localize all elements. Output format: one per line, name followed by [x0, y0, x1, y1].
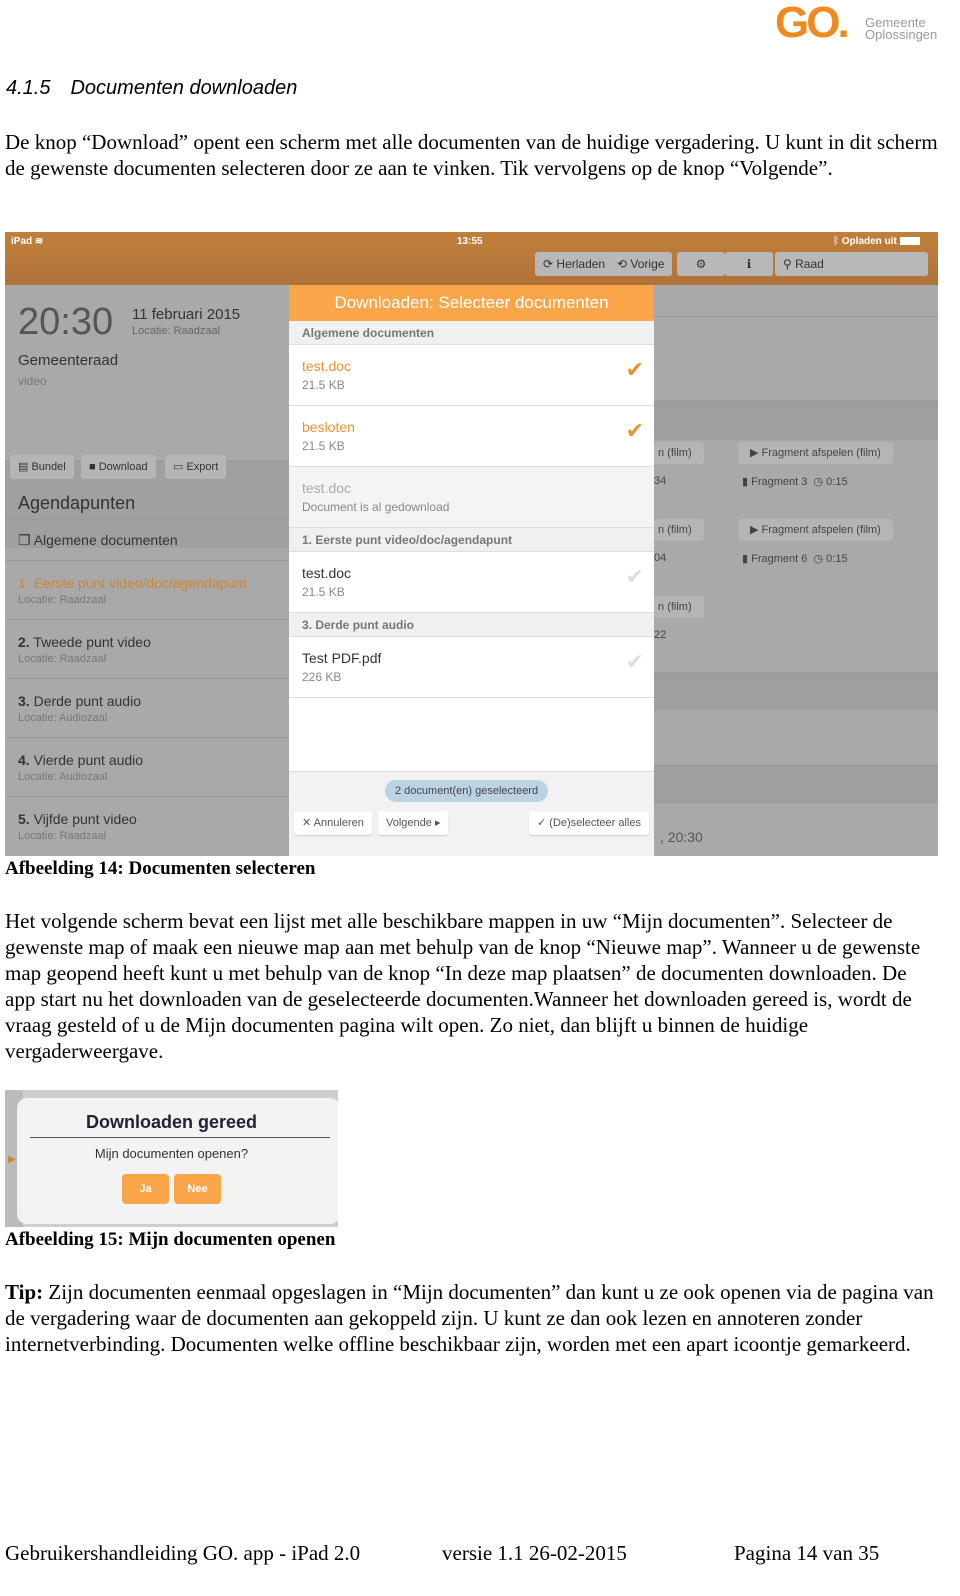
- checkmark-icon: ✔: [625, 418, 644, 443]
- selected-count-badge: 2 document(en) geselecteerd: [385, 780, 549, 802]
- bluetooth-icon: ᛒ: [833, 236, 839, 247]
- document-item-downloaded: test.doc Document is al gedownload: [289, 467, 654, 528]
- bundle-button[interactable]: ▤ Bundel: [10, 455, 74, 479]
- cancel-button[interactable]: ✕ Annuleren: [294, 811, 372, 835]
- logo-mark: GO.: [775, 0, 850, 47]
- status-bar: iPad ≋ 13:55 ᛒ Opladen uit ⟳ Herladen ⟲ …: [5, 232, 938, 285]
- section-header: 3. Derde punt audio: [289, 613, 654, 637]
- figure-caption: Afbeelding 15: Mijn documenten openen: [5, 1229, 336, 1250]
- reload-icon: ⟳: [543, 257, 554, 271]
- section-header: Algemene documenten: [289, 321, 654, 345]
- fragment-meta: ▮ Fragment 6 ◷ 0:15: [742, 553, 848, 565]
- checkmark-icon: ✔: [625, 649, 644, 674]
- bottom-time: , 20:30: [660, 829, 703, 845]
- bookmark-icon: ▮: [742, 553, 749, 565]
- meeting-location: Locatie: Raadzaal: [132, 325, 221, 337]
- play-icon: ▶: [750, 447, 759, 459]
- logo-text: Gemeente Oplossingen: [865, 16, 938, 42]
- section-header: 1. Eerste punt video/doc/agendapunt: [289, 528, 654, 552]
- fragment-meta: 04: [654, 552, 667, 564]
- book-icon: ▤: [18, 461, 29, 473]
- dialog-screenshot: ▶ Downloaden gereed Mijn documenten open…: [5, 1090, 338, 1227]
- document-item[interactable]: besloten 21.5 KB ✔: [289, 406, 654, 467]
- document-item[interactable]: Test PDF.pdf 226 KB ✔: [289, 637, 654, 698]
- next-button[interactable]: Volgende ▸: [378, 811, 449, 835]
- play-fragment-button[interactable]: ▶ Fragment afspelen (film): [738, 519, 893, 541]
- meeting-name: Gemeenteraad: [18, 352, 119, 369]
- agenda-item[interactable]: 4. Vierde punt audio Locatie: Audiozaal: [5, 737, 289, 796]
- battery-icon: [899, 237, 920, 246]
- clock: 13:55: [457, 236, 483, 247]
- meeting-time: 20:30: [18, 301, 114, 343]
- ipad-screenshot-select-documents: iPad ≋ 13:55 ᛒ Opladen uit ⟳ Herladen ⟲ …: [5, 232, 938, 856]
- docs-icon: ❐: [18, 532, 31, 548]
- dialog-message: Mijn documenten openen?: [94, 1146, 249, 1161]
- section-heading: 4.1.5 Documenten downloaden: [6, 77, 297, 100]
- toggle-select-all-button[interactable]: ✓ (De)selecteer alles: [529, 811, 649, 835]
- battery-status: ᛒ Opladen uit: [833, 236, 920, 247]
- agenda-item[interactable]: 5. Vijfde punt video Locatie: Raadzaal: [5, 796, 289, 856]
- agenda-general-docs[interactable]: ❐ Algemene documenten: [5, 519, 289, 559]
- check-icon: ✓: [537, 817, 547, 829]
- search-icon: ⚲: [783, 257, 792, 271]
- gear-icon: ⚙: [695, 257, 707, 271]
- agenda-title: Agendapunten: [18, 493, 136, 513]
- fragment-meta: 22: [654, 629, 667, 641]
- close-icon: ✕: [302, 817, 312, 829]
- agenda-item[interactable]: 1. Eerste punt video/doc/agendapunt Locat…: [5, 560, 289, 619]
- tip-paragraph: Tip: Zijn documenten eenmaal opgeslagen …: [5, 1279, 940, 1357]
- figure-caption: Afbeelding 14: Documenten selecteren: [5, 858, 316, 879]
- download-button[interactable]: ■ Download: [81, 455, 156, 479]
- caret-right-icon: ▸: [434, 817, 441, 829]
- agenda-item[interactable]: 3. Derde punt audio Locatie: Audiozaal: [5, 678, 289, 737]
- save-icon: ■: [89, 461, 96, 473]
- info-icon: ℹ: [746, 257, 752, 271]
- checkmark-icon: ✔: [625, 357, 644, 382]
- tip-text: Zijn documenten eenmaal opgeslagen in “M…: [5, 1280, 934, 1356]
- reload-button[interactable]: ⟳ Herladen: [535, 252, 614, 276]
- play-fragment-button[interactable]: n (film): [654, 519, 704, 541]
- history-icon: ⟲: [617, 257, 628, 271]
- meeting-panel: 20:30 11 februari 2015 Locatie: Raadzaal…: [5, 285, 289, 856]
- play-fragment-button[interactable]: ▶ Fragment afspelen (film): [738, 442, 893, 464]
- document-item[interactable]: test.doc 21.5 KB ✔: [289, 552, 654, 613]
- footer-page: Pagina 14 van 35: [734, 1541, 880, 1565]
- meeting-date: 11 februari 2015: [132, 306, 241, 323]
- clock-icon: ◷: [813, 476, 824, 488]
- select-documents-modal: Downloaden: Selecteer documenten Algemen…: [289, 285, 654, 856]
- device-label: iPad ≋: [11, 236, 44, 247]
- calendar-icon: ▭: [173, 461, 184, 473]
- search-input[interactable]: ⚲ Raad: [775, 252, 928, 276]
- modal-title: Downloaden: Selecteer documenten: [289, 285, 654, 321]
- footer-version: versie 1.1 26-02-2015: [442, 1541, 627, 1565]
- tip-label: Tip:: [5, 1280, 44, 1304]
- bookmark-icon: ▮: [742, 476, 749, 488]
- no-button[interactable]: Nee: [174, 1174, 221, 1204]
- agenda-item[interactable]: 2. Tweede punt video Locatie: Raadzaal: [5, 619, 289, 678]
- info-button[interactable]: ℹ: [725, 252, 773, 276]
- document-item[interactable]: test.doc 21.5 KB ✔: [289, 345, 654, 406]
- clock-icon: ◷: [813, 553, 824, 565]
- checkmark-icon: ✔: [625, 564, 644, 589]
- dialog-title: Downloaden gereed: [85, 1112, 258, 1132]
- body-paragraph: Het volgende scherm bevat een lijst met …: [5, 909, 921, 1063]
- footer-title: Gebruikershandleiding GO. app - iPad 2.0: [5, 1541, 361, 1565]
- play-fragment-button[interactable]: n (film): [654, 596, 704, 618]
- settings-button[interactable]: ⚙: [677, 252, 725, 276]
- section-number: 4.1.5: [6, 77, 51, 99]
- fragment-meta: ▮ Fragment 3 ◷ 0:15: [742, 476, 848, 488]
- logo-line2: Oplossingen: [865, 27, 938, 42]
- logo: GO. Gemeente Oplossingen: [775, 0, 945, 48]
- export-button[interactable]: ▭ Export: [165, 455, 227, 479]
- play-icon: ▶: [750, 524, 759, 536]
- meeting-type: video: [18, 374, 47, 388]
- intro-paragraph: De knop “Download” opent een scherm met …: [5, 130, 938, 180]
- previous-button[interactable]: ⟲ Vorige: [609, 252, 673, 276]
- section-title: Documenten downloaden: [70, 77, 298, 99]
- fragments-panel: n (film) ▶ Fragment afspelen (film) 34 ▮…: [654, 285, 938, 856]
- fragment-meta: 34: [654, 475, 667, 487]
- play-fragment-button[interactable]: n (film): [654, 442, 704, 464]
- wifi-icon: ≋: [34, 236, 44, 247]
- yes-button[interactable]: Ja: [122, 1174, 169, 1204]
